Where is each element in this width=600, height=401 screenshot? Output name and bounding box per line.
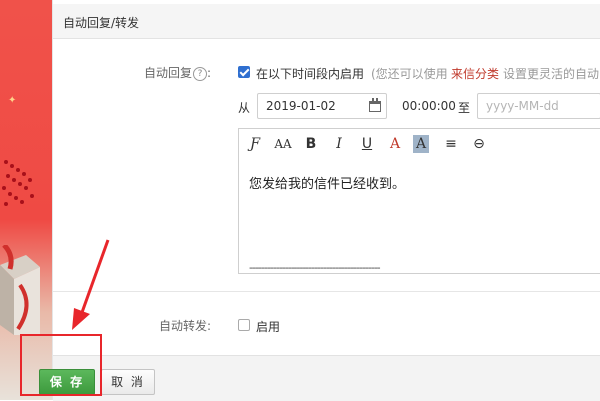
annotation-highlight-box xyxy=(20,334,102,396)
